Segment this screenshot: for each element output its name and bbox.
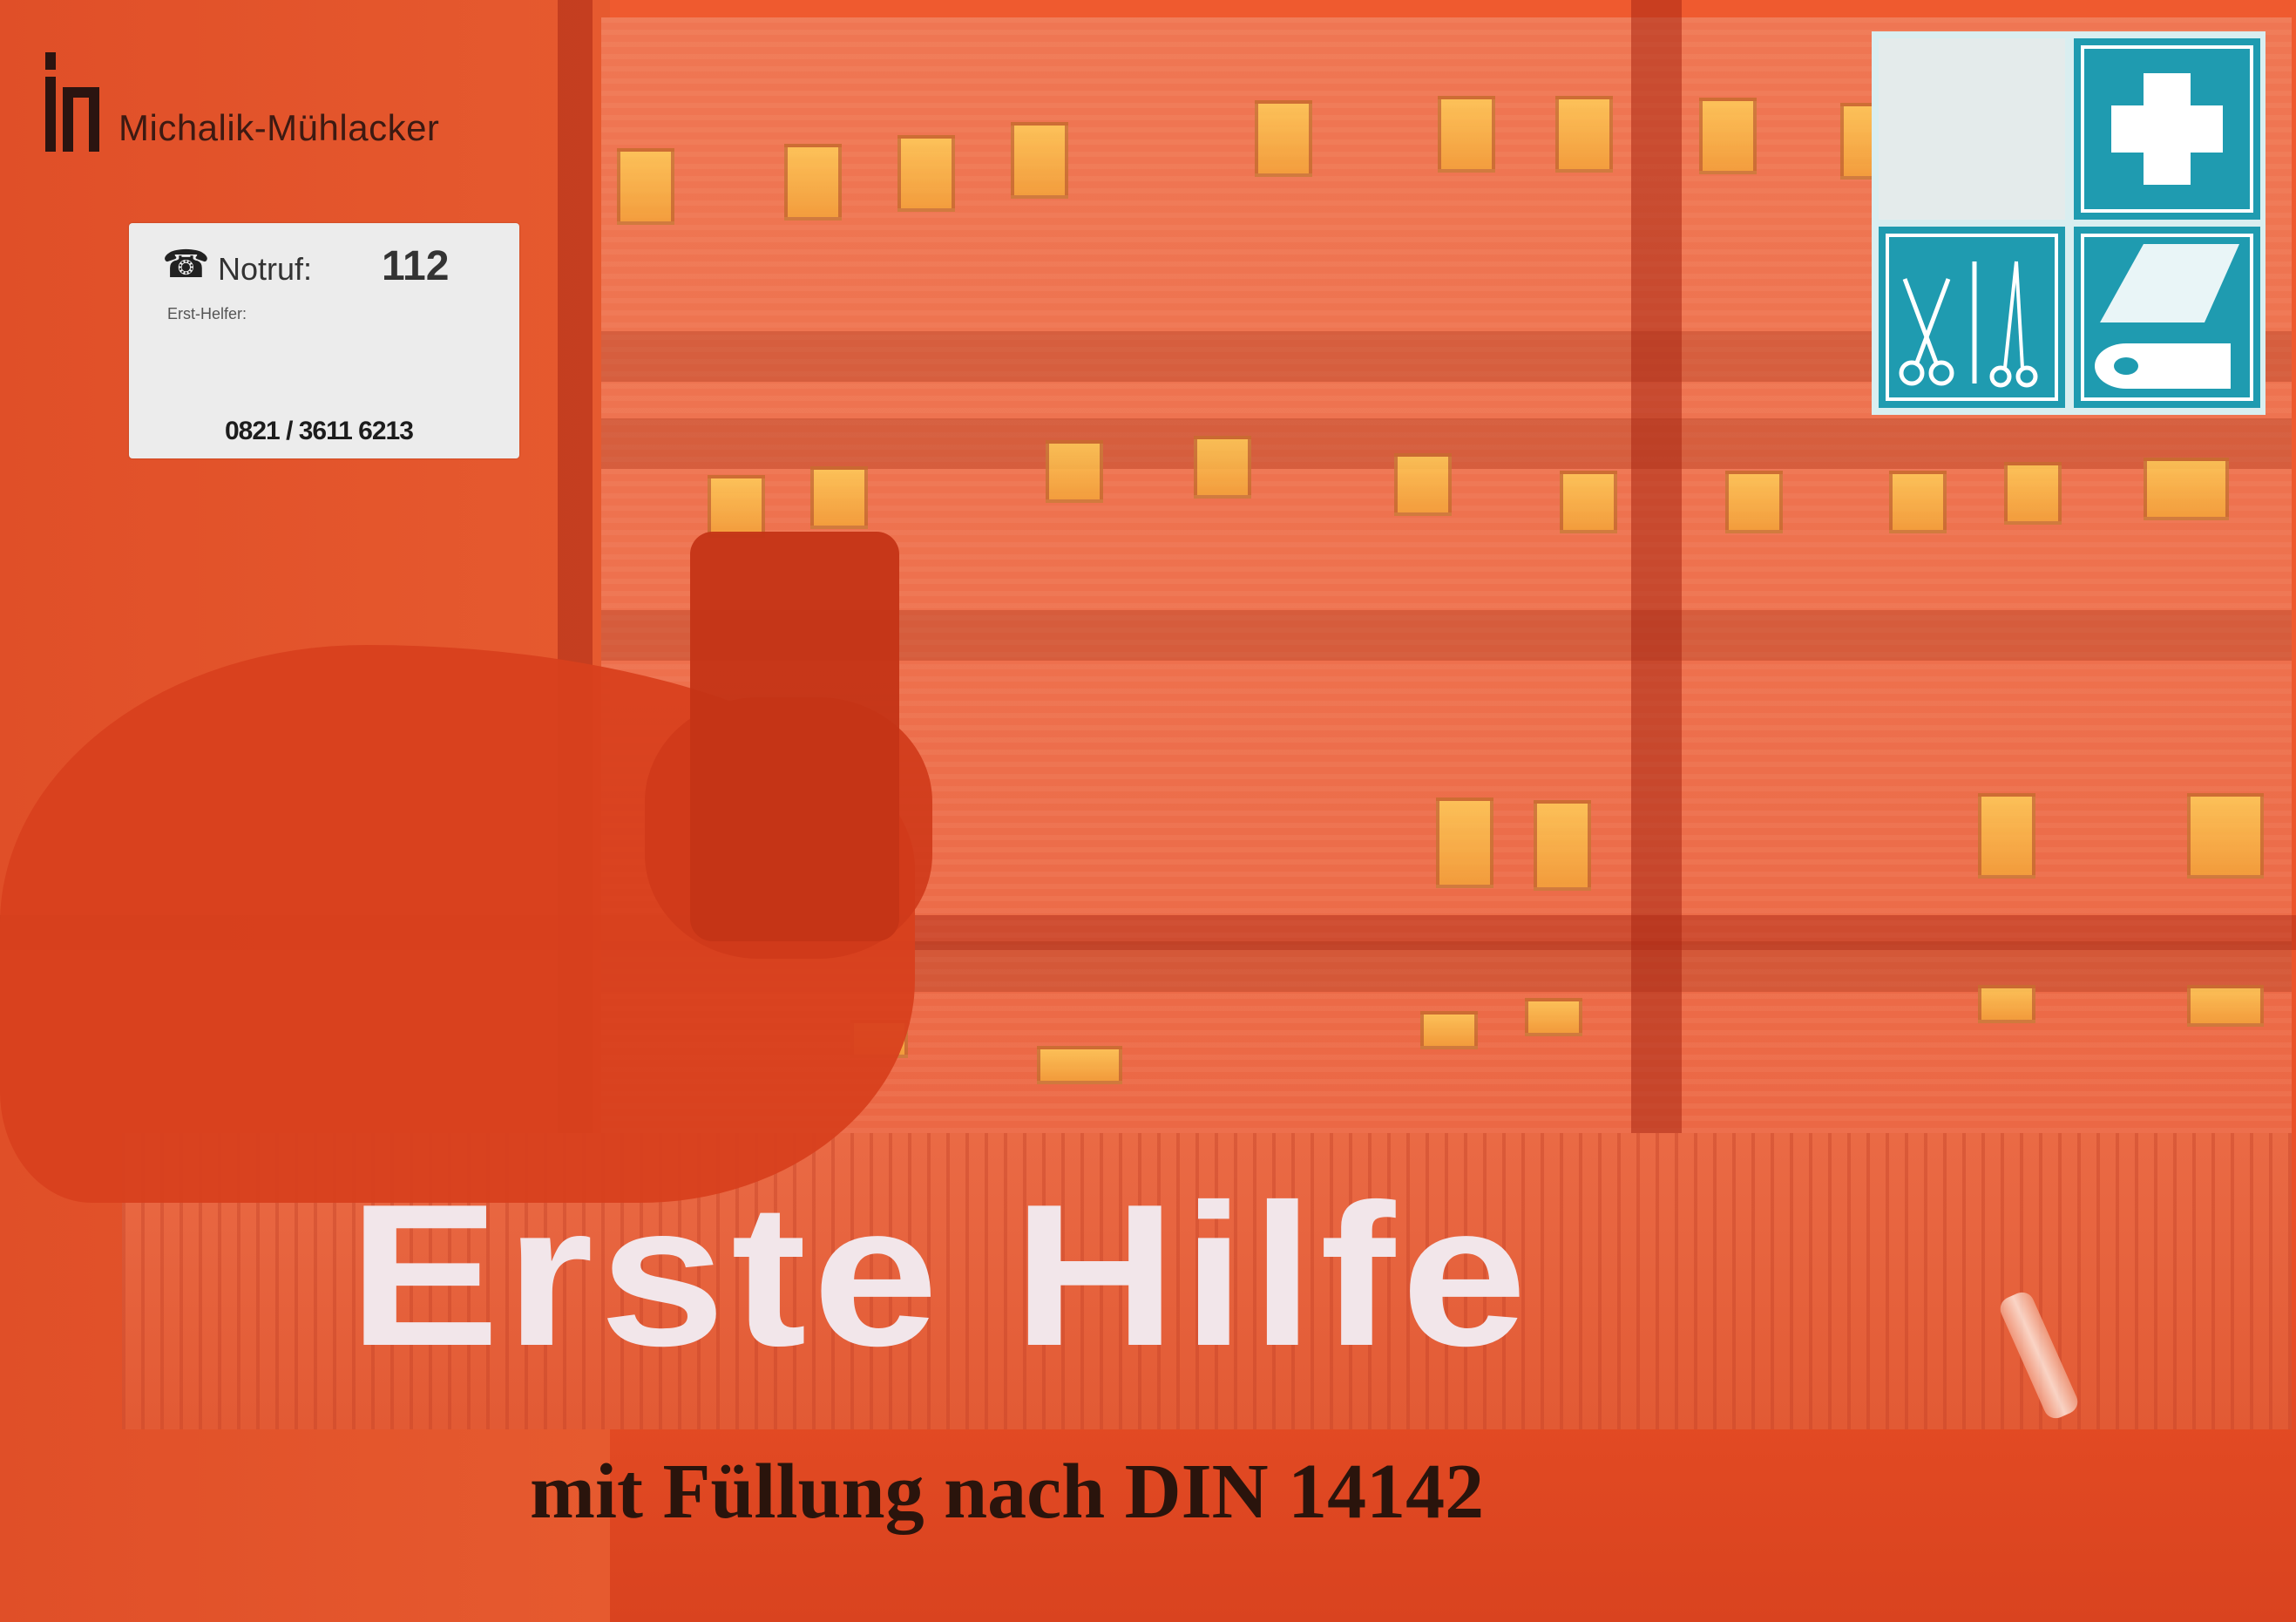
- reflected-window: [1978, 793, 2035, 879]
- telephone-icon: ☎: [162, 242, 210, 287]
- safety-signs: [1872, 31, 2266, 415]
- phone-silhouette: [690, 532, 899, 941]
- reflected-window: [1255, 100, 1312, 177]
- brand-logo-icon: [45, 52, 99, 152]
- reflected-window: [1555, 96, 1613, 173]
- reflected-window: [1438, 96, 1495, 173]
- reflected-window: [1725, 471, 1783, 533]
- blank-sign: [1879, 38, 2065, 220]
- emergency-sticker: ☎ Notruf: 112 Erst-Helfer: 0821 / 3611 6…: [129, 223, 519, 458]
- reflected-window: [810, 466, 868, 529]
- case-subtitle: mit Füllung nach DIN 14142: [530, 1449, 1485, 1535]
- reflected-window: [1037, 1046, 1122, 1084]
- reflected-window: [1525, 998, 1582, 1036]
- reflected-window: [1436, 797, 1493, 888]
- reflected-window: [1889, 471, 1947, 533]
- reflected-window: [897, 135, 955, 212]
- reflected-window: [1194, 436, 1251, 499]
- case-title: Erste Hilfe: [349, 1163, 1534, 1388]
- bandage-roll-icon: [2074, 227, 2260, 408]
- reflected-window: [1534, 800, 1591, 891]
- reflected-window: [2187, 793, 2264, 879]
- reflected-window: [2144, 458, 2229, 520]
- reflected-window: [708, 475, 765, 538]
- brand-name: Michalik-Mühlacker: [119, 107, 440, 148]
- reflected-window: [1011, 122, 1068, 199]
- reflected-window: [2187, 985, 2264, 1027]
- reflected-window: [1560, 471, 1617, 533]
- reflected-window: [2004, 462, 2062, 525]
- contact-phone-number: 0821 / 3611 6213: [225, 417, 414, 445]
- reflected-window: [784, 144, 842, 221]
- emergency-number: 112: [382, 243, 450, 289]
- first-aid-case: Michalik-Mühlacker ☎ Notruf: 112 Erst-He…: [0, 0, 2296, 1622]
- reflected-window: [1394, 453, 1452, 516]
- reflected-window: [617, 148, 674, 225]
- brand: Michalik-Mühlacker: [45, 52, 439, 152]
- first-aid-cross-icon: [2074, 38, 2260, 220]
- first-aider-heading: Erst-Helfer:: [167, 305, 247, 322]
- scissors-instruments-icon: [1879, 227, 2065, 408]
- reflected-window: [1699, 98, 1757, 174]
- emergency-label: Notruf:: [218, 251, 313, 287]
- first-aider-names: [167, 329, 498, 399]
- reflected-window: [1420, 1011, 1478, 1049]
- reflected-window: [1978, 985, 2035, 1023]
- reflected-window: [1046, 440, 1103, 503]
